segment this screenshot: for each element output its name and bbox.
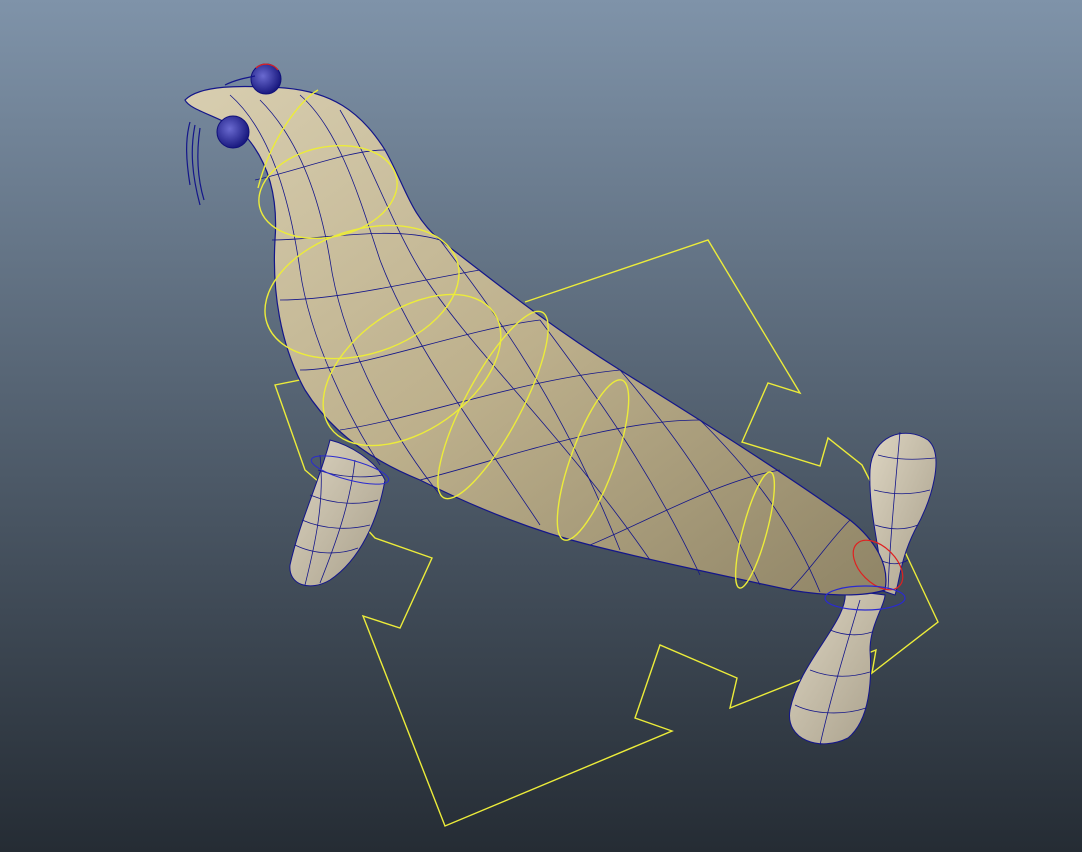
eye-left[interactable] xyxy=(216,115,250,149)
3d-viewport[interactable] xyxy=(0,0,1082,852)
viewport-canvas[interactable] xyxy=(0,0,1082,852)
